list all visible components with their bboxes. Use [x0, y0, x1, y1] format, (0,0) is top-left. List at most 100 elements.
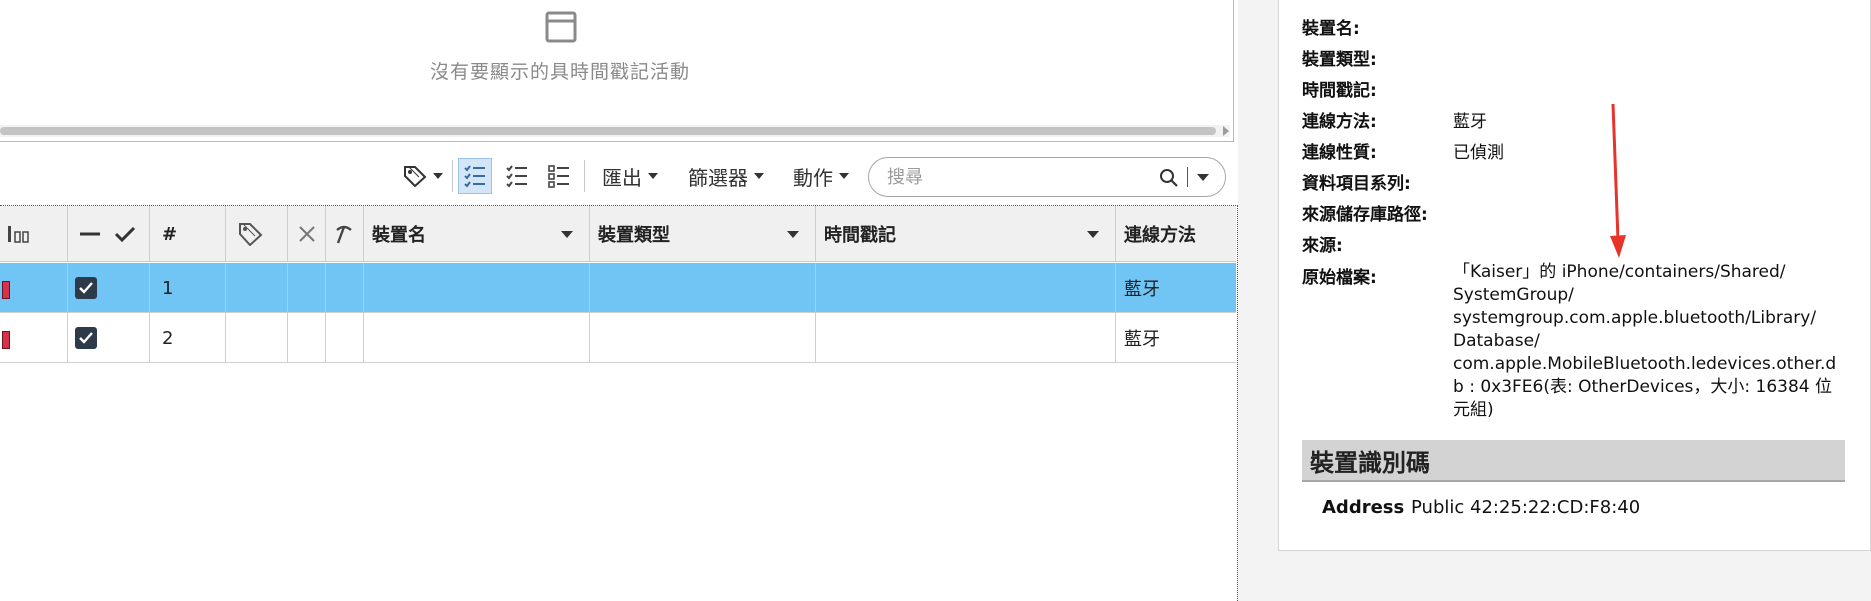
device-name-header-label: 裝置名 — [372, 225, 426, 246]
search-divider — [1187, 167, 1188, 187]
row-device-type — [590, 313, 816, 363]
row-deleted-cell — [288, 263, 326, 313]
row-tag-cell — [226, 263, 288, 313]
original-file-line: com.apple.MobileBluetooth.ledevices.othe… — [1453, 354, 1837, 374]
row-number: 1 — [150, 263, 226, 313]
field-key: 來源儲存庫路徑: — [1302, 205, 1428, 225]
checked-list-view-button[interactable] — [458, 158, 492, 194]
toolbar-divider — [584, 160, 585, 192]
scroll-right-arrow-icon[interactable] — [1223, 126, 1229, 136]
column-header-carved[interactable] — [326, 206, 364, 262]
tag-icon — [239, 223, 263, 246]
filter-label: 篩選器 — [688, 165, 748, 190]
field-key: 裝置名: — [1302, 19, 1360, 39]
calendar-window-icon — [545, 11, 577, 43]
row-device-type — [590, 263, 816, 313]
search-input[interactable] — [887, 165, 1137, 189]
checklist-icon — [506, 165, 527, 188]
chevron-down-icon — [839, 173, 849, 179]
chevron-down-icon[interactable] — [1087, 231, 1099, 238]
results-toolbar: 匯出 篩選器 動作 — [0, 150, 1234, 202]
checklist-view-button[interactable] — [500, 158, 534, 194]
row-timestamp — [816, 263, 1116, 313]
address-value: Public 42:25:22:CD:F8:40 — [1411, 497, 1641, 518]
timeline-panel: 沒有要顯示的具時間戳記活動 — [0, 0, 1234, 142]
original-file-line: 「Kaiser」的 iPhone/containers/Shared/ — [1453, 262, 1786, 282]
scrollbar-thumb[interactable] — [0, 127, 1216, 135]
column-header-tag[interactable] — [226, 206, 288, 262]
row-checkbox[interactable] — [75, 327, 97, 349]
table-header: # 裝置名 裝置類型 時間戳記 連線方法 — [0, 206, 1236, 262]
table-row[interactable]: 1 藍牙 — [0, 263, 1236, 313]
original-file-line: SystemGroup/ — [1453, 285, 1574, 305]
field-value: 已偵測 — [1453, 143, 1504, 163]
tag-dropdown-button[interactable] — [400, 158, 446, 194]
checkmark-icon — [79, 282, 93, 294]
address-label: Address — [1322, 497, 1405, 518]
field-key: 時間戳記: — [1302, 81, 1377, 101]
row-device-name — [364, 263, 590, 313]
column-header-number[interactable]: # — [150, 206, 226, 262]
action-button[interactable]: 動作 — [788, 158, 854, 194]
checkmark-icon — [79, 332, 93, 344]
search-icon[interactable] — [1159, 168, 1179, 188]
row-carved-cell — [326, 263, 364, 313]
column-header-timestamp[interactable]: 時間戳記 — [816, 206, 1116, 262]
row-flag-cell — [0, 313, 68, 363]
annotation-arrow-icon — [1610, 103, 1626, 258]
column-header-flags[interactable] — [0, 206, 68, 262]
original-file-line: 元組) — [1453, 400, 1494, 420]
timestamp-header-label: 時間戳記 — [824, 225, 896, 246]
list-view-button[interactable] — [542, 158, 576, 194]
column-header-device-type[interactable]: 裝置類型 — [590, 206, 816, 262]
row-number: 2 — [150, 313, 226, 363]
search-box[interactable] — [868, 157, 1226, 197]
horizontal-scrollbar[interactable] — [0, 125, 1230, 137]
column-header-check[interactable] — [68, 206, 150, 262]
original-file-line: systemgroup.com.apple.bluetooth/Library/ — [1453, 308, 1817, 328]
device-type-header-label: 裝置類型 — [598, 225, 670, 246]
field-key: 資料項目系列: — [1302, 174, 1411, 194]
bar-flags-icon — [8, 226, 29, 243]
row-deleted-cell — [288, 313, 326, 363]
row-device-name — [364, 313, 590, 363]
column-header-device-name[interactable]: 裝置名 — [364, 206, 590, 262]
timeline-empty-message: 沒有要顯示的具時間戳記活動 — [429, 61, 690, 83]
column-header-deleted[interactable] — [288, 206, 326, 262]
field-key: 來源: — [1302, 236, 1343, 256]
red-flag-icon — [2, 331, 10, 349]
close-icon — [299, 226, 315, 242]
row-flag-cell — [0, 263, 68, 313]
original-file-line: Database/ — [1453, 331, 1540, 351]
chevron-down-icon — [648, 173, 658, 179]
search-options-chevron-icon[interactable] — [1197, 174, 1209, 181]
toolbar-divider — [452, 160, 453, 192]
field-key: 連線方法: — [1302, 112, 1377, 132]
chevron-down-icon[interactable] — [787, 231, 799, 238]
red-flag-icon — [2, 281, 10, 299]
results-table: # 裝置名 裝置類型 時間戳記 連線方法 1 藍牙 2 藍牙 — [0, 205, 1238, 601]
export-button[interactable]: 匯出 — [596, 158, 664, 194]
pickaxe-icon — [336, 225, 352, 244]
device-identifier-section-header: 裝置識別碼 — [1302, 440, 1845, 482]
row-timestamp — [816, 313, 1116, 363]
row-tag-cell — [226, 313, 288, 363]
row-check-cell[interactable] — [68, 263, 150, 313]
field-key: 裝置類型: — [1302, 50, 1377, 70]
export-label: 匯出 — [602, 165, 642, 190]
row-connection-method: 藍牙 — [1124, 329, 1160, 350]
chevron-down-icon — [433, 173, 443, 179]
row-checkbox[interactable] — [75, 277, 97, 299]
chevron-down-icon[interactable] — [561, 231, 573, 238]
original-file-value[interactable]: 「Kaiser」的 iPhone/containers/Shared/ Syst… — [1453, 261, 1843, 422]
uncheck-check-icon — [80, 226, 136, 243]
field-key: 原始檔案: — [1302, 268, 1377, 288]
filter-button[interactable]: 篩選器 — [682, 158, 770, 194]
row-check-cell[interactable] — [68, 313, 150, 363]
column-header-connection-method[interactable]: 連線方法 — [1116, 206, 1236, 262]
row-connection-method: 藍牙 — [1124, 279, 1160, 300]
list-icon — [548, 165, 569, 188]
field-key: 連線性質: — [1302, 143, 1377, 163]
original-file-line: b : 0x3FE6(表: OtherDevices，大小: 16384 位 — [1453, 377, 1832, 397]
table-row[interactable]: 2 藍牙 — [0, 313, 1236, 363]
